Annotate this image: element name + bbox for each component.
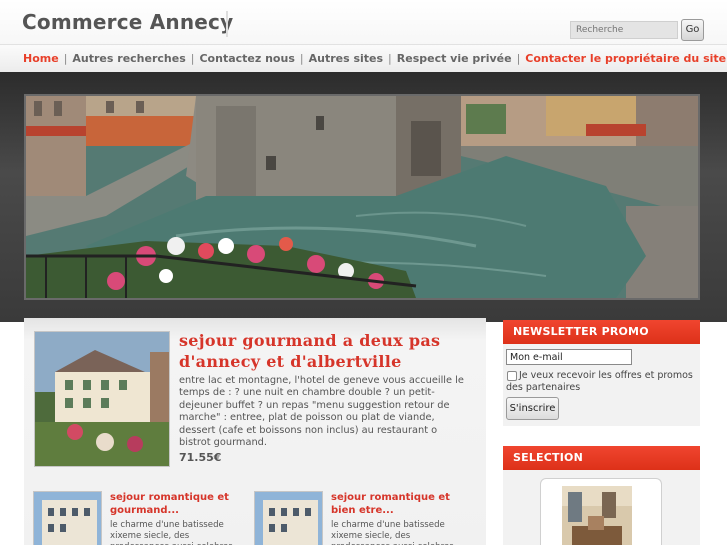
featured-description: entre lac et montagne, l'hotel de geneve… xyxy=(179,375,464,449)
search-input[interactable] xyxy=(570,21,678,39)
card-1-description: le charme d'une batissede xixeme siecle,… xyxy=(110,520,233,545)
banner-image xyxy=(24,94,700,300)
subscribe-button[interactable]: S'inscrire xyxy=(506,397,559,420)
site-title[interactable]: Commerce Annecy xyxy=(22,10,233,34)
newsletter-heading-text: NEWSLETTER PROMO xyxy=(513,325,649,338)
featured-price: 71.55€ xyxy=(179,451,222,464)
selection-room-image[interactable] xyxy=(562,486,632,545)
nav-contact-owner[interactable]: Contacter le propriétaire du site xyxy=(525,52,726,65)
card-1-title[interactable]: sejour romantique et gourmand... xyxy=(110,491,245,517)
card-1-image[interactable] xyxy=(33,491,102,545)
nav-respect-vie-privee[interactable]: Respect vie privée xyxy=(397,52,512,65)
featured-title[interactable]: sejour gourmand a deux pas d'annecy et d… xyxy=(179,330,469,372)
main-nav: Home | Autres recherches | Contactez nous | Au… xyxy=(0,44,727,72)
partner-offers-label: Je veux recevoir les offres et promos de… xyxy=(506,370,693,393)
nav-separator: | xyxy=(63,52,68,65)
nav-home[interactable]: Home xyxy=(23,52,59,65)
card-2-image[interactable] xyxy=(254,491,323,545)
nav-autres-sites[interactable]: Autres sites xyxy=(309,52,383,65)
newsletter-email-field[interactable] xyxy=(506,349,632,365)
selection-heading-text: SELECTION xyxy=(513,451,583,464)
nav-autres-recherches[interactable]: Autres recherches xyxy=(72,52,185,65)
nav-separator: | xyxy=(190,52,195,65)
card-2-title[interactable]: sejour romantique et bien etre... xyxy=(331,491,466,517)
nav-separator: | xyxy=(388,52,392,65)
site-header: Commerce Annecy Go Home | Autres recherche… xyxy=(0,0,727,72)
featured-hotel-image[interactable] xyxy=(34,331,170,467)
nav-separator: | xyxy=(516,52,521,65)
title-divider xyxy=(226,11,228,37)
selection-heading: SELECTION xyxy=(503,446,700,475)
nav-separator: | xyxy=(299,52,304,65)
nav-contactez-nous[interactable]: Contactez nous xyxy=(199,52,294,65)
card-2-description: le charme d'une batissede xixeme siecle,… xyxy=(331,520,454,545)
newsletter-heading: NEWSLETTER PROMO xyxy=(503,320,700,349)
search-go-button[interactable]: Go xyxy=(681,19,704,41)
